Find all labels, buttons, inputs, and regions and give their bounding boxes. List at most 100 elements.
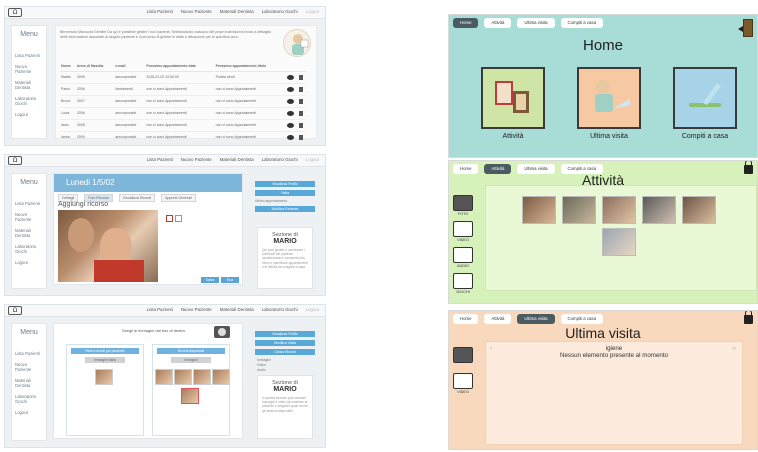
- nav-materiali-dentista[interactable]: Materiali Dentista: [220, 307, 254, 312]
- trash-icon[interactable]: [298, 122, 303, 128]
- visualizza-profilo-button[interactable]: Visualizza Profilo: [255, 181, 315, 187]
- table-row[interactable]: Ilario 2008 amcorporativi non ci sono Appun…: [60, 119, 306, 132]
- nav-nuovo-paziente[interactable]: Nuovo Paziente: [181, 9, 212, 14]
- ricevi-ricordi-button[interactable]: Ricevi ricordi per paziente: [71, 348, 139, 354]
- eye-icon[interactable]: [286, 134, 294, 140]
- tab-attivita[interactable]: Attività: [484, 18, 512, 28]
- salva-button[interactable]: Salva: [201, 277, 219, 283]
- trash-icon[interactable]: [298, 86, 303, 92]
- nav-materiali-dentista[interactable]: Materiali Dentista: [220, 157, 254, 162]
- memory-thumbnail[interactable]: [193, 369, 211, 385]
- menu-item-lista-pazienti[interactable]: Lista Pazienti: [12, 198, 46, 209]
- memory-thumbnail[interactable]: [95, 369, 113, 385]
- ricordi-disponibili-button[interactable]: Ricordi disponibili: [157, 348, 225, 354]
- nav-logout[interactable]: Logout: [306, 9, 319, 14]
- eye-icon[interactable]: [286, 74, 294, 80]
- gallery-photo[interactable]: [602, 196, 636, 224]
- nav-laboratorio-giochi[interactable]: Laboratorio Giochi: [262, 307, 298, 312]
- nav-logout[interactable]: Logout: [306, 307, 319, 312]
- tab-home[interactable]: Home: [453, 314, 479, 324]
- nav-nuovo-paziente[interactable]: Nuovo Paziente: [181, 307, 212, 312]
- video-icon[interactable]: [453, 373, 473, 389]
- eye-icon[interactable]: [286, 122, 294, 128]
- nav-laboratorio-giochi[interactable]: Laboratorio Giochi: [262, 157, 298, 162]
- lock-icon[interactable]: [744, 311, 753, 324]
- eye-icon[interactable]: [286, 98, 294, 104]
- menu-item-logout[interactable]: Logout: [12, 109, 46, 120]
- table-row[interactable]: Mattia 2009 amcorporativi 2018-01-02 10:00:…: [60, 71, 306, 84]
- tab-attivita[interactable]: Attività: [484, 314, 512, 324]
- gallery-photo[interactable]: [642, 196, 676, 224]
- tab-home[interactable]: Home: [453, 18, 479, 28]
- visualizza-profilo-button[interactable]: Visualizza Profilo: [255, 331, 315, 337]
- gallery-photo[interactable]: [682, 196, 716, 224]
- table-row[interactable]: Lucia 2006 amcorporativi non ci sono Appunt…: [60, 107, 306, 120]
- heart-icon[interactable]: [166, 215, 173, 222]
- menu-item-laboratorio[interactable]: Laboratorio Giochi: [12, 391, 46, 407]
- exit-door-icon[interactable]: [738, 19, 753, 37]
- esci-button[interactable]: Esci: [221, 277, 239, 283]
- eye-icon[interactable]: [286, 86, 294, 92]
- giochi-category[interactable]: GIOCHI: [453, 273, 473, 294]
- tab-visualizza-ricordi[interactable]: Visualizza Ricordi: [118, 194, 156, 202]
- menu-item-nuovo-paziente[interactable]: Nuovo Paziente: [12, 359, 46, 375]
- modifica-visita-button[interactable]: Modifica Visita: [255, 340, 315, 346]
- video-icon[interactable]: [453, 221, 473, 237]
- nav-materiali-dentista[interactable]: Materiali Dentista: [220, 9, 254, 14]
- foto-category[interactable]: FOTO: [453, 195, 473, 216]
- nav-lista-pazienti[interactable]: Lista Pazienti: [147, 307, 173, 312]
- modifica-paziente-button[interactable]: Modifica Paziente: [255, 206, 315, 212]
- menu-item-materiali[interactable]: Materiali Dentista: [12, 375, 46, 391]
- eye-icon[interactable]: [286, 110, 294, 116]
- nav-laboratorio-giochi[interactable]: Laboratorio Giochi: [262, 9, 298, 14]
- menu-item-logout[interactable]: Logout: [12, 257, 46, 268]
- tab-compiti-a-casa[interactable]: Compiti a casa: [560, 18, 603, 28]
- gallery-photo[interactable]: [522, 196, 556, 224]
- nav-lista-pazienti[interactable]: Lista Pazienti: [147, 157, 173, 162]
- audio-category[interactable]: AUDIO: [453, 247, 473, 268]
- memory-thumbnail[interactable]: [212, 369, 230, 385]
- app-logo[interactable]: Ω: [8, 306, 22, 315]
- trash-icon[interactable]: [298, 74, 303, 80]
- video-category[interactable]: VIDEO: [453, 221, 473, 242]
- media-type-audio[interactable]: Audio: [255, 368, 315, 373]
- attivita-tile[interactable]: [481, 67, 545, 129]
- menu-item-lista-pazienti[interactable]: Lista Pazienti: [12, 50, 46, 61]
- nav-nuovo-paziente[interactable]: Nuovo Paziente: [181, 157, 212, 162]
- foto-category[interactable]: [453, 347, 473, 363]
- trash-icon[interactable]: [298, 134, 303, 140]
- tab-ultima-visita[interactable]: Ultima visita: [517, 18, 555, 28]
- compiti-a-casa-tile[interactable]: [673, 67, 737, 129]
- video-category[interactable]: VIDEO: [453, 373, 473, 394]
- camera-icon[interactable]: [214, 326, 230, 338]
- ultima-visita-tile[interactable]: [577, 67, 641, 129]
- tab-ultima-visita[interactable]: Ultima visita: [517, 314, 555, 324]
- games-icon[interactable]: [453, 273, 473, 289]
- table-row[interactable]: Bruno 2007 amcorporativi non ci sono Appunt…: [60, 95, 306, 108]
- photo-icon[interactable]: [453, 347, 473, 363]
- memory-thumbnail[interactable]: [155, 369, 173, 385]
- memory-thumbnail[interactable]: [174, 369, 192, 385]
- audio-icon[interactable]: [453, 247, 473, 263]
- delete-icon[interactable]: [175, 215, 182, 222]
- nav-lista-pazienti[interactable]: Lista Pazienti: [147, 9, 173, 14]
- app-logo[interactable]: Ω: [8, 8, 22, 17]
- carica-ricordi-button[interactable]: Carica Ricordi: [255, 349, 315, 355]
- gallery-photo[interactable]: [602, 228, 636, 256]
- menu-item-materiali[interactable]: Materiali Dentista: [12, 225, 46, 241]
- app-logo[interactable]: Ω: [8, 156, 22, 165]
- menu-item-materiali[interactable]: Materiali Dentista: [12, 77, 46, 93]
- menu-item-nuovo-paziente[interactable]: Nuovo Paziente: [12, 61, 46, 77]
- table-row[interactable]: Ianira 2009 amcorporativi non ci sono Appun…: [60, 131, 306, 144]
- menu-item-nuovo-paziente[interactable]: Nuovo Paziente: [12, 209, 46, 225]
- nav-logout[interactable]: Logout: [306, 157, 319, 162]
- visita-button[interactable]: Visita: [255, 190, 315, 196]
- memory-thumbnail-selected[interactable]: [181, 388, 199, 404]
- photo-icon[interactable]: [453, 195, 473, 211]
- menu-item-logout[interactable]: Logout: [12, 407, 46, 418]
- gallery-photo[interactable]: [562, 196, 596, 224]
- menu-item-laboratorio[interactable]: Laboratorio Giochi: [12, 93, 46, 109]
- trash-icon[interactable]: [298, 98, 303, 104]
- tab-compiti-a-casa[interactable]: Compiti a casa: [560, 314, 603, 324]
- menu-item-laboratorio[interactable]: Laboratorio Giochi: [12, 241, 46, 257]
